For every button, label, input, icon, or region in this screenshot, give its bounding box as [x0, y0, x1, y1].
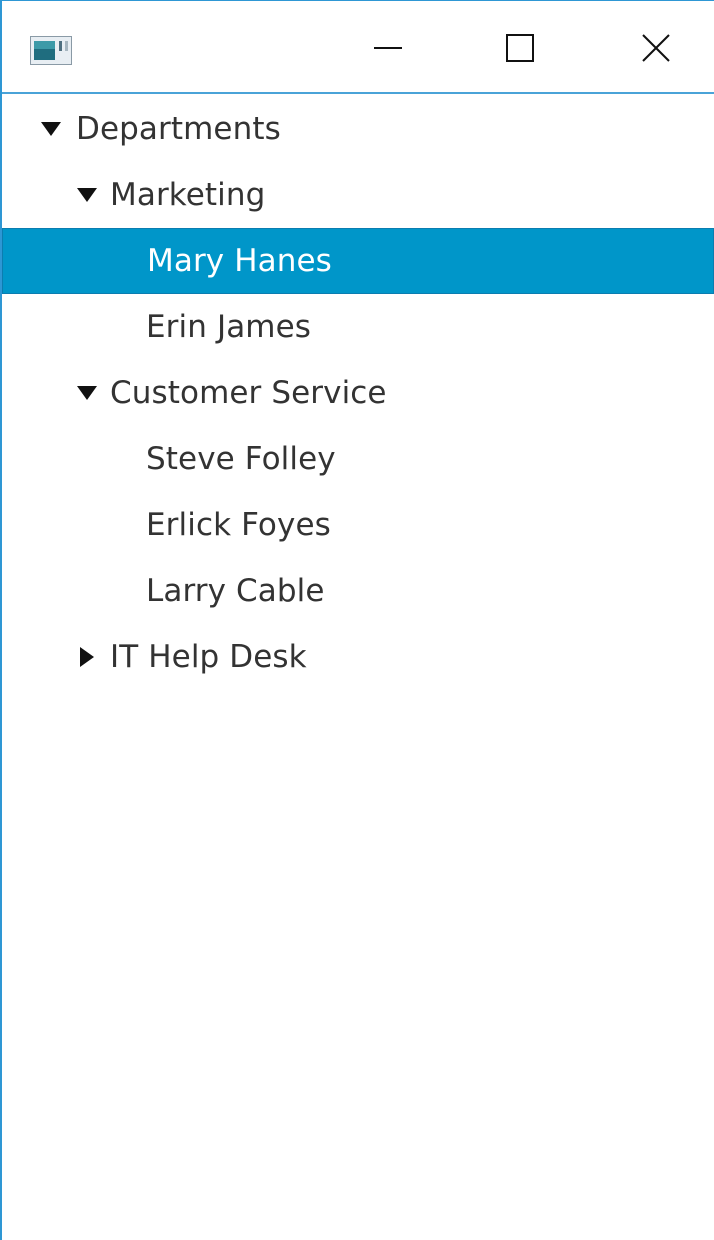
- tree-item-label: Larry Cable: [146, 573, 325, 609]
- maximize-button[interactable]: [486, 1, 554, 94]
- tree-item[interactable]: Erin James: [2, 294, 714, 360]
- caret-down-icon[interactable]: [40, 118, 62, 140]
- tree-item[interactable]: IT Help Desk: [2, 624, 714, 690]
- app-icon: [30, 36, 72, 65]
- tree-item-label: Erlick Foyes: [146, 507, 331, 543]
- application-window: Departments Marketing Mary Hanes Erin James…: [0, 0, 714, 1240]
- maximize-icon: [506, 33, 534, 62]
- tree-item[interactable]: Mary Hanes: [2, 228, 714, 294]
- minimize-button[interactable]: [354, 1, 422, 94]
- tree-item[interactable]: Larry Cable: [2, 558, 714, 624]
- caret-right-icon[interactable]: [76, 646, 98, 668]
- tree-item-label: Departments: [76, 111, 281, 147]
- close-icon: [642, 33, 670, 62]
- tree-item-label: Steve Folley: [146, 441, 336, 477]
- tree-item[interactable]: Marketing: [2, 162, 714, 228]
- minimize-icon: [374, 46, 402, 49]
- caret-down-icon[interactable]: [76, 184, 98, 206]
- tree-item-label: Marketing: [110, 177, 266, 213]
- tree-item-label: Mary Hanes: [147, 243, 332, 279]
- tree-item-label: Erin James: [146, 309, 312, 345]
- tree-item-label: Customer Service: [110, 375, 387, 411]
- close-button[interactable]: [622, 1, 690, 94]
- tree-item[interactable]: Steve Folley: [2, 426, 714, 492]
- tree-item[interactable]: Erlick Foyes: [2, 492, 714, 558]
- caret-down-icon[interactable]: [76, 382, 98, 404]
- title-bar[interactable]: [2, 1, 714, 94]
- tree-item[interactable]: Customer Service: [2, 360, 714, 426]
- tree-item[interactable]: Departments: [2, 96, 714, 162]
- tree-view[interactable]: Departments Marketing Mary Hanes Erin James…: [2, 96, 714, 690]
- tree-item-label: IT Help Desk: [110, 639, 307, 675]
